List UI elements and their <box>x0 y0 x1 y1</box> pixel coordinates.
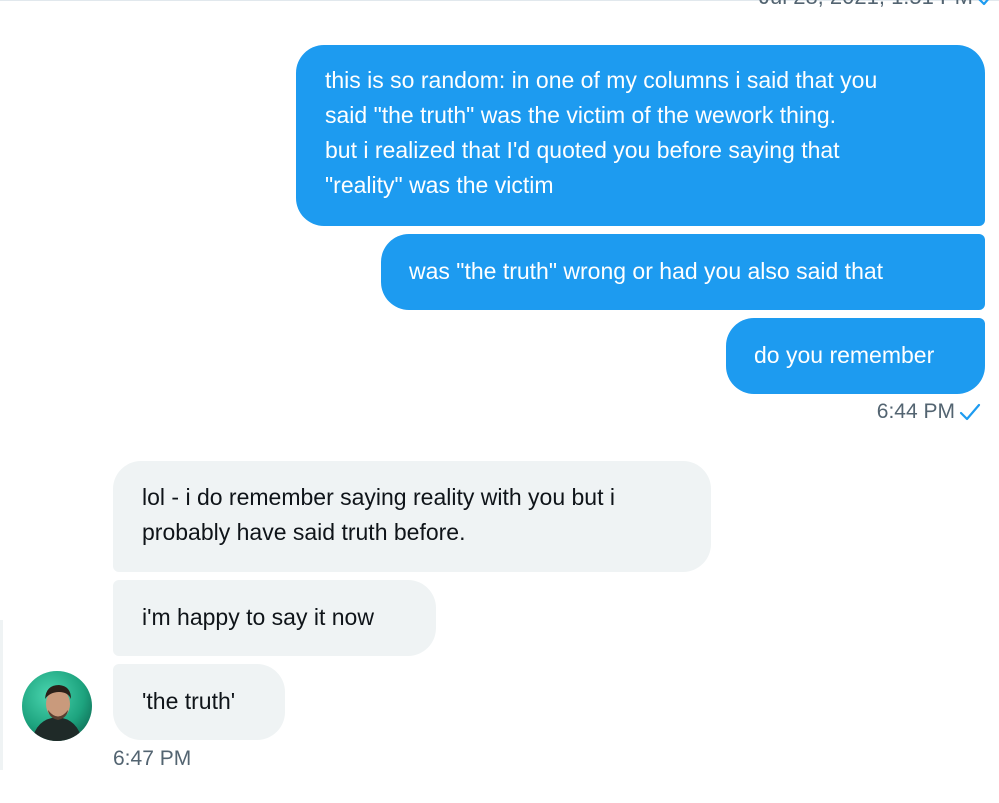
message-line: lol - i do remember saying reality with … <box>142 484 615 510</box>
sent-message[interactable]: was "the truth" wrong or had you also sa… <box>381 234 985 310</box>
sent-message[interactable]: this is so random: in one of my columns … <box>296 45 985 226</box>
message-line: but i realized that I'd quoted you befor… <box>325 137 840 163</box>
avatar[interactable] <box>22 671 92 741</box>
received-message[interactable]: 'the truth' <box>113 664 285 740</box>
message-line: said "the truth" was the victim of the w… <box>325 102 837 128</box>
sent-message[interactable]: do you remember <box>726 318 985 394</box>
sent-timestamp: 6:44 PM <box>876 400 955 423</box>
message-line: was "the truth" wrong or had you also sa… <box>409 258 884 284</box>
check-icon <box>978 0 989 6</box>
received-timestamp: 6:47 PM <box>113 747 192 770</box>
message-line: this is so random: in one of my columns … <box>325 67 878 93</box>
received-message[interactable]: lol - i do remember saying reality with … <box>113 461 711 572</box>
message-line: probably have said truth before. <box>142 519 466 545</box>
received-message[interactable]: i'm happy to say it now <box>113 580 436 656</box>
previous-timestamp: Jul 28, 2021, 1:51 PM <box>759 0 973 8</box>
message-line: "reality" was the victim <box>325 172 554 198</box>
left-edge <box>0 620 3 770</box>
message-line: i'm happy to say it now <box>142 604 374 630</box>
message-line: do you remember <box>754 342 935 368</box>
check-icon <box>959 403 981 421</box>
message-line: 'the truth' <box>142 688 236 714</box>
avatar-icon <box>22 671 92 741</box>
